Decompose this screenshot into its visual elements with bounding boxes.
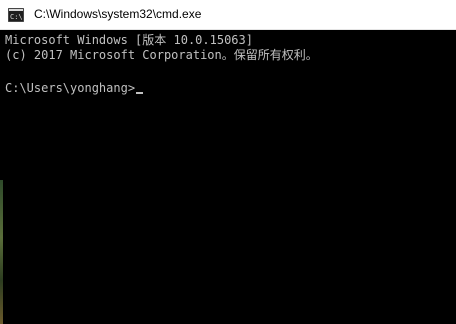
title-bar[interactable]: C:\ C:\Windows\system32\cmd.exe <box>0 0 456 30</box>
prompt-path: C:\Users\yonghang> <box>5 81 136 95</box>
window-title: C:\Windows\system32\cmd.exe <box>34 7 202 21</box>
console-line-version: Microsoft Windows [版本 10.0.15063] <box>5 33 253 47</box>
background-desktop-edge <box>0 180 3 324</box>
console-line-copyright: (c) 2017 Microsoft Corporation。保留所有权利。 <box>5 48 318 62</box>
svg-text:C:\: C:\ <box>10 13 23 21</box>
console-area[interactable] <box>0 30 456 324</box>
command-prompt[interactable]: C:\Users\yonghang> <box>5 80 144 96</box>
text-cursor <box>136 92 144 94</box>
cmd-window: C:\ C:\Windows\system32\cmd.exe Microsof… <box>0 0 456 324</box>
cmd-console-icon: C:\ <box>7 7 25 23</box>
